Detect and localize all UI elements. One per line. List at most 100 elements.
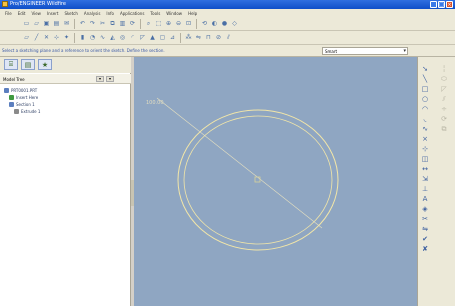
modify-icon[interactable]: ⇲	[421, 175, 429, 183]
tree-node-section[interactable]: Section 1	[4, 101, 40, 108]
model-tree-title: Model Tree	[3, 77, 25, 82]
model-tree: PRT0001.PRT Insert Here Section 1 Extrud…	[4, 87, 40, 115]
dimension-icon[interactable]: ↔	[421, 165, 429, 173]
copy-icon[interactable]: ⧉	[108, 19, 117, 28]
wireframe-icon[interactable]: ◇	[230, 19, 239, 28]
palette-icon[interactable]: ◈	[421, 205, 429, 213]
refit-icon[interactable]: ⊡	[184, 19, 193, 28]
feature-toolbar: ▱ ╱ ✕ ⊹ ✦ ▮ ◔ ∿ ◭ ◎ ◜ ◸ ▲ ▢ ⊿ ⁂ ⇋ ⊓ ⊘ ⫽	[0, 31, 455, 45]
coordinate-system-icon[interactable]: ⊹	[52, 33, 61, 42]
spin-center-icon[interactable]: ✦	[62, 33, 71, 42]
maximize-button[interactable]: □	[438, 1, 445, 8]
email-icon[interactable]: ✉	[62, 19, 71, 28]
menu-applications[interactable]: Applications	[120, 11, 144, 16]
sweep-icon[interactable]: ∿	[98, 33, 107, 42]
toolbar-separator	[196, 18, 197, 29]
chamfer-icon[interactable]: ◸	[138, 33, 147, 42]
datum-axis-icon[interactable]: ╱	[32, 33, 41, 42]
tree-filter-button[interactable]: ▾	[106, 76, 114, 82]
arc-icon[interactable]: ◠	[421, 105, 429, 113]
mirror-icon[interactable]: ⇋	[194, 33, 203, 42]
regenerate-icon[interactable]: ⟳	[128, 19, 137, 28]
favorites-tab-icon[interactable]: ★	[38, 59, 52, 70]
pattern-icon[interactable]: ⁂	[184, 33, 193, 42]
extrude-icon[interactable]: ▮	[78, 33, 87, 42]
line-icon[interactable]: ╲	[421, 75, 429, 83]
menu-file[interactable]: File	[5, 11, 12, 16]
merge-icon[interactable]: ⊓	[204, 33, 213, 42]
done-icon[interactable]: ✔	[421, 235, 429, 243]
menu-analysis[interactable]: Analysis	[84, 11, 100, 16]
text-icon[interactable]: A	[421, 195, 429, 203]
trim-icon[interactable]: ✂	[421, 215, 429, 223]
coordinate-system-icon[interactable]: ⊹	[421, 145, 429, 153]
repaint-icon[interactable]: ◐	[210, 19, 219, 28]
zoom-in-icon[interactable]: ⊕	[164, 19, 173, 28]
trim-icon[interactable]: ⊘	[214, 33, 223, 42]
close-button[interactable]: ×	[446, 1, 453, 8]
zoom-out-icon[interactable]: ⊖	[174, 19, 183, 28]
round-icon[interactable]: ◜	[128, 33, 137, 42]
tree-node-feature[interactable]: Extrude 1	[4, 108, 40, 115]
copy-icon[interactable]: ⧉	[440, 125, 448, 133]
divide-icon[interactable]: ÷	[440, 105, 448, 113]
menu-tools[interactable]: Tools	[150, 11, 160, 16]
reorient-icon[interactable]: ⟲	[200, 19, 209, 28]
open-icon[interactable]: ▱	[32, 19, 41, 28]
undo-icon[interactable]: ↶	[78, 19, 87, 28]
menu-window[interactable]: Window	[166, 11, 182, 16]
ellipse-icon[interactable]: ⬭	[440, 75, 448, 83]
use-edge-icon[interactable]: ◫	[421, 155, 429, 163]
shell-icon[interactable]: ▢	[158, 33, 167, 42]
menu-edit[interactable]: Edit	[18, 11, 26, 16]
save-icon[interactable]: ▣	[42, 19, 51, 28]
find-icon[interactable]: ⌕	[144, 19, 153, 28]
blend-icon[interactable]: ◭	[108, 33, 117, 42]
rectangle-icon[interactable]: □	[421, 85, 429, 93]
minimize-button[interactable]: _	[430, 1, 437, 8]
quit-icon[interactable]: ✘	[421, 245, 429, 253]
cut-icon[interactable]: ✂	[98, 19, 107, 28]
datum-point-icon[interactable]: ✕	[42, 33, 51, 42]
menu-help[interactable]: Help	[188, 11, 197, 16]
constraint-icon[interactable]: ⊥	[421, 185, 429, 193]
select-icon[interactable]: ⬚	[154, 19, 163, 28]
print-icon[interactable]: ▤	[52, 19, 61, 28]
point-icon[interactable]: ×	[421, 135, 429, 143]
offset-icon[interactable]: ⫽	[224, 33, 233, 42]
rotate-icon[interactable]: ⟳	[440, 115, 448, 123]
model-tree-tab-icon[interactable]: ⌸	[4, 59, 18, 70]
fillet-icon[interactable]: ◟	[421, 115, 429, 123]
datum-plane-icon[interactable]: ▱	[22, 33, 31, 42]
paste-icon[interactable]: ▥	[118, 19, 127, 28]
tree-settings-button[interactable]: ▾	[96, 76, 104, 82]
mirror-icon[interactable]: ⇋	[421, 225, 429, 233]
tree-node-insert[interactable]: Insert Here	[4, 94, 40, 101]
filter-select[interactable]: Smart ▾	[322, 47, 408, 55]
toolbar-separator	[74, 32, 75, 43]
center-point[interactable]	[254, 176, 261, 183]
draft-icon[interactable]: ⊿	[168, 33, 177, 42]
tree-node-root[interactable]: PRT0001.PRT	[4, 87, 40, 94]
dimension-label[interactable]: 100.00	[146, 100, 164, 106]
offset-icon[interactable]: ⫽	[440, 95, 448, 103]
menu-insert[interactable]: Insert	[47, 11, 58, 16]
revolve-icon[interactable]: ◔	[88, 33, 97, 42]
outer-circle[interactable]	[177, 109, 339, 251]
shading-icon[interactable]: ●	[220, 19, 229, 28]
menu-sketch[interactable]: Sketch	[64, 11, 77, 16]
chamfer-icon[interactable]: ◸	[440, 85, 448, 93]
hole-icon[interactable]: ◎	[118, 33, 127, 42]
graphics-window[interactable]: 100.00	[134, 57, 417, 306]
spline-icon[interactable]: ∿	[421, 125, 429, 133]
rib-icon[interactable]: ▲	[148, 33, 157, 42]
redo-icon[interactable]: ↷	[88, 19, 97, 28]
select-arrow-icon[interactable]: ➘	[421, 65, 429, 73]
inner-circle[interactable]	[183, 115, 333, 245]
menu-view[interactable]: View	[31, 11, 41, 16]
circle-icon[interactable]: ○	[421, 95, 429, 103]
menu-info[interactable]: Info	[106, 11, 114, 16]
centerline-icon[interactable]: ╎	[440, 65, 448, 73]
new-icon[interactable]: ▭	[22, 19, 31, 28]
folder-browser-tab-icon[interactable]: ▤	[21, 59, 35, 70]
